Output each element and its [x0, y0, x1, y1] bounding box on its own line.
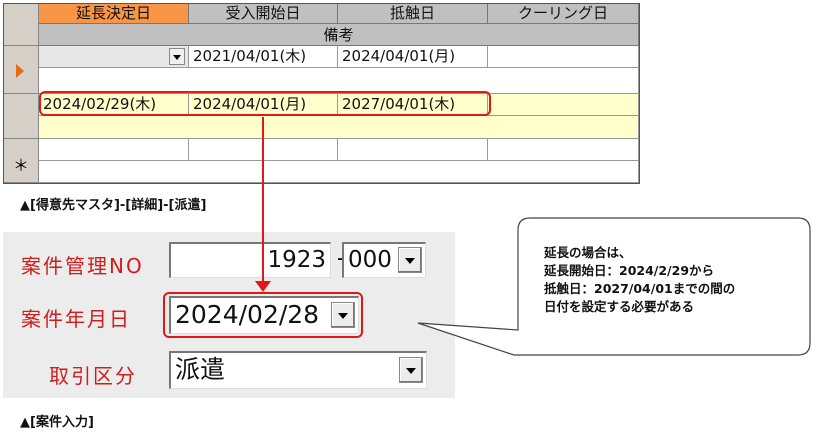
- callout-line-3: 抵触日：2027/04/01までの間の: [544, 281, 736, 296]
- callout-line-2: 延長開始日：2024/2/29から: [544, 263, 715, 278]
- callout-line-4: 日付を設定する必要がある: [544, 299, 695, 314]
- callout-line-1: 延長の場合は、: [544, 245, 632, 260]
- annotation-overlay: [255, 117, 811, 356]
- callout-text: 延長の場合は、 延長開始日：2024/2/29から 抵触日：2027/04/01…: [544, 244, 735, 316]
- connector-arrowhead-icon: [255, 281, 271, 292]
